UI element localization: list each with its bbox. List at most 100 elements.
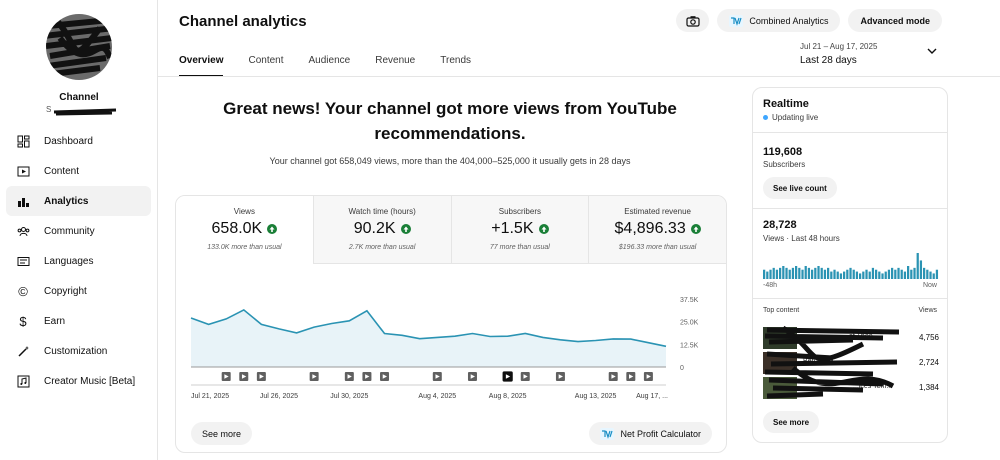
metric-value-text: +1.5K <box>491 220 534 237</box>
views-count: 28,728 <box>763 219 797 231</box>
sparkline-bar <box>929 271 932 279</box>
y-tick-label: 37.5K <box>680 297 699 304</box>
x-tick-label: Aug 17, ... <box>636 393 668 400</box>
sidebar-item-community[interactable]: Community <box>6 216 151 246</box>
metric-note: 2.7K more than usual <box>348 244 416 251</box>
arrow-up-icon <box>538 224 549 234</box>
sidebar-item-label: Content <box>44 165 80 177</box>
sparkline-bar <box>881 273 884 279</box>
divider <box>753 132 947 133</box>
tab-audience[interactable]: Audience <box>309 55 351 77</box>
views-chart: 37.5K 25.0K 12.5K 0 Jul 21, 2025 Jul 26, 2025… <box>190 297 699 400</box>
metric-revenue[interactable]: Estimated revenue $4,896.33 $196.33 more… <box>589 196 726 264</box>
combined-analytics-button[interactable]: Combined Analytics <box>717 9 841 32</box>
avatar[interactable] <box>46 14 112 80</box>
brand-badge-icon <box>600 427 615 440</box>
sparkline-bar <box>775 269 779 279</box>
dashboard-icon <box>16 134 30 148</box>
tab-revenue[interactable]: Revenue <box>375 55 415 77</box>
channel-handle-prefix: S <box>46 105 52 114</box>
sparkline-bar <box>814 267 817 279</box>
video-views: 1,384 <box>918 383 939 392</box>
net-profit-calculator-button[interactable]: Net Profit Calculator <box>589 422 712 445</box>
metric-value: 90.2K <box>314 220 451 238</box>
sparkline-bar <box>833 269 836 279</box>
channel-name: Channel <box>59 92 99 103</box>
video-views: 2,724 <box>918 358 939 367</box>
sidebar-item-label: Community <box>44 225 95 237</box>
views-label: Views · Last 48 hours <box>763 234 840 243</box>
metric-note: 133.0K more than usual <box>207 244 282 251</box>
header-divider <box>158 76 1000 77</box>
brand-badge-icon <box>729 14 744 27</box>
header-actions: Combined Analytics Advanced mode <box>676 9 942 32</box>
sidebar-item-label: Earn <box>44 315 66 327</box>
see-more-button[interactable]: See more <box>191 422 253 445</box>
sparkline-bar <box>935 269 939 279</box>
metric-views[interactable]: Views 658.0K 133.0K more than usual <box>176 196 314 264</box>
metric-label: Estimated revenue <box>624 207 691 216</box>
sidebar-item-creator-music[interactable]: Creator Music [Beta] <box>6 366 151 396</box>
sparkline-bar <box>849 267 852 279</box>
sparkline-bar <box>782 266 785 279</box>
sparkline-bar <box>804 266 807 279</box>
metric-value: 658.0K <box>176 220 313 238</box>
x-tick-label: Jul 30, 2025 <box>330 393 368 400</box>
combined-analytics-label: Combined Analytics <box>749 15 829 26</box>
realtime-card: Realtime Updating live 119,608 Subscribe… <box>752 87 948 443</box>
languages-icon <box>16 254 30 268</box>
date-range-picker[interactable]: Jul 21 – Aug 17, 2025 Last 28 days <box>800 42 877 66</box>
sparkline-bar <box>827 267 830 279</box>
metric-watch-time[interactable]: Watch time (hours) 90.2K 2.7K more than … <box>313 196 452 264</box>
advanced-mode-button[interactable]: Advanced mode <box>848 9 942 32</box>
chevron-down-icon[interactable] <box>927 47 937 55</box>
sidebar-item-dashboard[interactable]: Dashboard <box>6 126 151 156</box>
sidebar-item-label: Dashboard <box>44 135 93 147</box>
metric-value-text: $4,896.33 <box>614 220 686 237</box>
sidebar-item-copyright[interactable]: © Copyright <box>6 276 151 306</box>
divider <box>753 298 947 299</box>
sparkline-bar <box>926 269 929 279</box>
analytics-tabs: Overview Content Audience Revenue Trends <box>179 55 496 77</box>
top-content-header: Top content <box>763 307 800 314</box>
x-tick-label: Aug 4, 2025 <box>418 393 456 400</box>
sidebar-item-analytics[interactable]: Analytics <box>6 186 151 216</box>
sparkline-bar <box>852 269 855 279</box>
tab-content[interactable]: Content <box>248 55 283 77</box>
metric-note: 77 more than usual <box>489 244 550 251</box>
sparkline-bar <box>897 267 900 279</box>
sparkline-start-label: -48h <box>763 282 778 289</box>
redaction-scribble <box>46 17 112 77</box>
metric-value-text: 658.0K <box>211 220 263 237</box>
sidebar-item-customization[interactable]: Customization <box>6 336 151 366</box>
x-tick-label: Jul 26, 2025 <box>260 393 298 400</box>
sidebar-item-label: Creator Music [Beta] <box>44 375 136 387</box>
camera-button[interactable] <box>676 9 710 32</box>
copyright-icon: © <box>18 283 28 299</box>
sparkline-bar <box>903 271 907 279</box>
realtime-see-more-button[interactable]: See more <box>763 411 820 433</box>
sidebar-item-languages[interactable]: Languages <box>6 246 151 276</box>
sidebar-item-earn[interactable]: $ Earn <box>6 306 151 336</box>
metric-value: $4,896.33 <box>589 220 726 238</box>
sparkline-bar <box>830 271 833 279</box>
realtime-status-text: Updating live <box>772 113 819 122</box>
x-tick-label: Jul 21, 2025 <box>191 393 229 400</box>
content-icon <box>16 164 30 178</box>
arrow-up-icon <box>267 224 278 234</box>
sparkline-bar <box>801 269 804 279</box>
sparkline-bar <box>932 273 935 279</box>
sparkline-bar <box>855 271 859 279</box>
insight-headline: Great news! Your channel got more views … <box>223 99 677 143</box>
channel-handle: S <box>46 105 117 116</box>
sidebar-item-content[interactable]: Content <box>6 156 151 186</box>
see-live-count-button[interactable]: See live count <box>763 177 837 199</box>
y-tick-label: 0 <box>680 365 684 372</box>
sparkline-bar <box>887 269 891 279</box>
tab-trends[interactable]: Trends <box>440 55 471 77</box>
sparkline-bar <box>779 267 782 279</box>
sparkline-bar <box>910 269 913 279</box>
sparkline-bar <box>891 267 894 279</box>
tab-overview[interactable]: Overview <box>179 55 224 77</box>
metric-subscribers[interactable]: Subscribers +1.5K 77 more than usual <box>451 196 590 264</box>
